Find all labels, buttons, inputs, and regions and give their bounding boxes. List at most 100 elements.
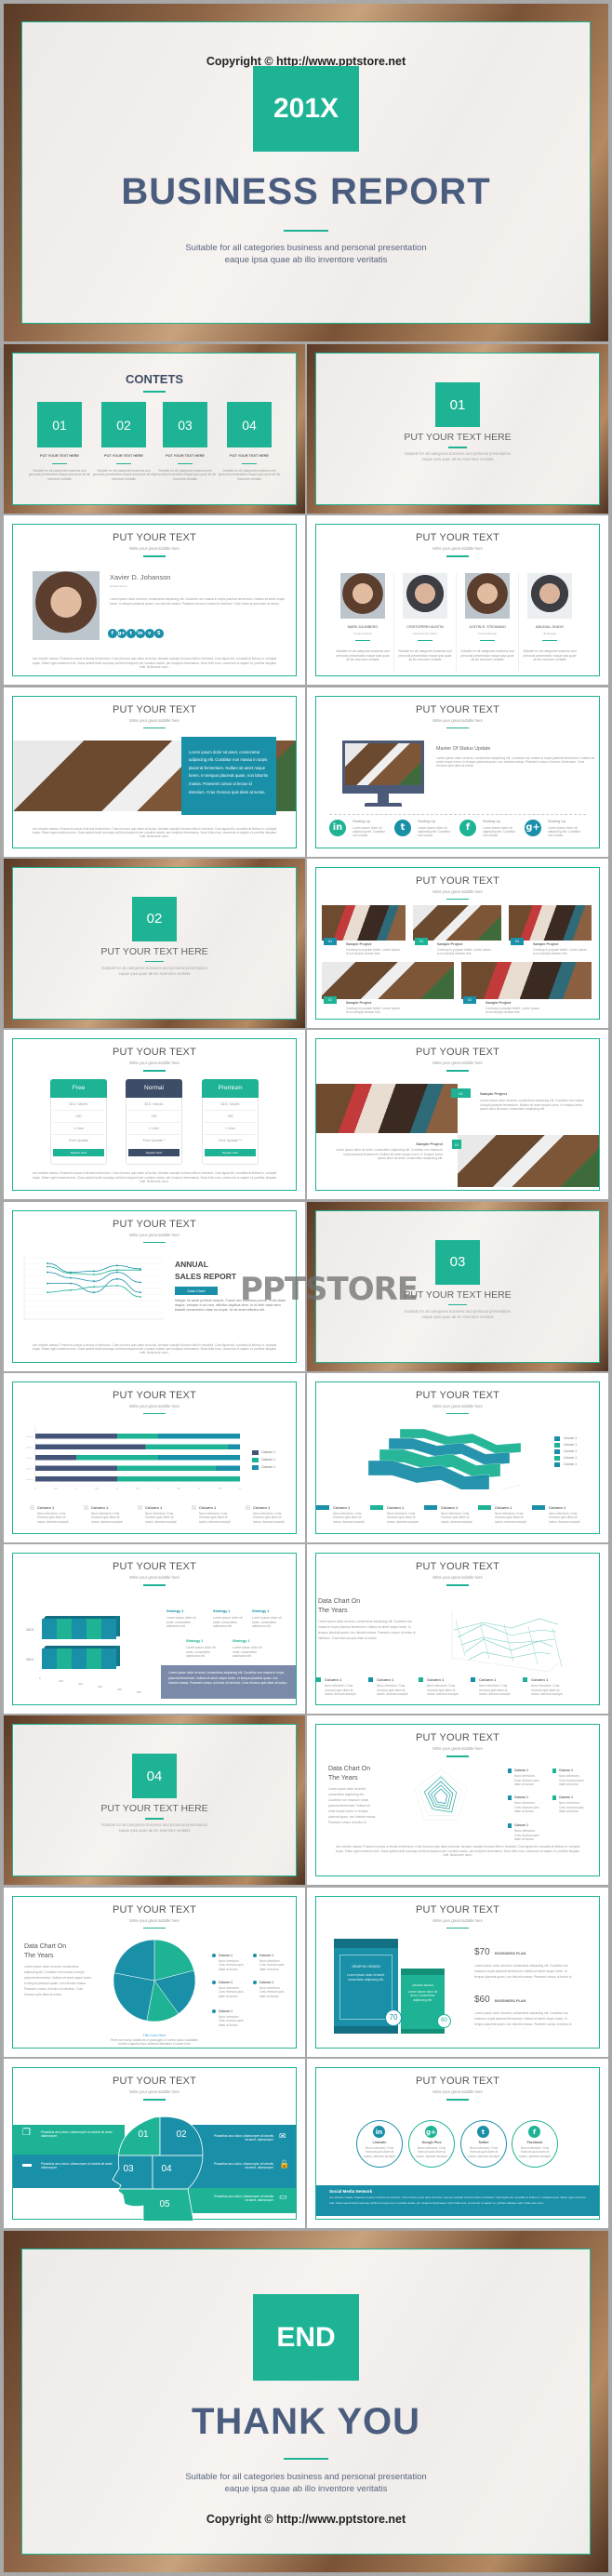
data-point [93,1270,95,1272]
band-title: Social Media Network [329,2189,373,2194]
puzzle-text: Phasellus arcu dolor, ullamcorper ut lob… [214,2162,273,2169]
data-point [140,1268,141,1271]
contents-item-box[interactable]: 01 [37,402,82,447]
team-member-photo [465,573,510,620]
slide-title: PUT YOUR TEXT [112,703,196,715]
legend-desc: Nunc interdum. Cras rhoncus quis diam at… [145,1511,177,1525]
item-underline [178,463,193,464]
bar-segment [35,1433,117,1439]
wire-line [552,1628,563,1668]
price-badge: 70 [385,2009,402,2026]
team-member-role: General Manager [477,633,498,636]
slide-title: PUT YOUR TEXT [415,1903,499,1915]
slide-subtitle: Write your great subtitle here [432,2089,483,2094]
data-point [116,1284,118,1287]
contents-item-box[interactable]: 03 [163,402,207,447]
chart-desc: Lorem ipsum dolor sit amet, consectetur … [328,1787,377,1825]
project-number: 01 [327,939,333,944]
radar-chart-slide: PUT YOUR TEXT Write your great subtitle h… [307,1715,608,1886]
legend-marker [316,1677,321,1683]
legend-label: Column 1 [261,1449,275,1454]
project-desc: Contrary to popular belief, Lorem Ipsum … [346,1006,401,1014]
status-title: Master Of Status Update [436,745,491,752]
slide-title: PUT YOUR TEXT [112,532,196,544]
slide-title: PUT YOUR TEXT [415,874,499,887]
section-number-box: 01 [435,382,480,427]
x-tick-label: 100 [59,1679,64,1684]
status-item-label: Starting Up [353,819,370,823]
legend-swatch [252,1457,259,1462]
title-underline [143,391,166,393]
x-tick-label: 2 [116,1488,118,1490]
contents-item-desc: Suitable for all categories business and… [92,469,155,481]
legend-marker [253,1980,257,1984]
project-desc: Contrary to popular belief, Lorem Ipsum … [533,947,588,955]
slide-title: PUT YOUR TEXT [415,703,499,715]
legend-label: Column 1 [564,1455,578,1460]
section-number: 03 [449,1254,466,1270]
section-number: 04 [146,1768,163,1784]
x-tick-label: 4.5 [218,1488,221,1490]
puzzle-pieces [113,2116,203,2221]
legend-label: Column 1 [261,1457,275,1462]
radar-series [433,1788,448,1805]
linkedin-icon: in [329,819,346,836]
wire-line [527,1626,539,1665]
section-title: PUT YOUR TEXT HERE [100,945,208,957]
legend-marker [368,1677,373,1683]
team-member-name: ABIJGAIL SHAYK [535,625,565,630]
footer-text: non lobortis massa. Praesent cursus ut l… [32,1342,277,1355]
slide-subtitle: Write your great subtitle here [432,888,483,894]
data-chart-button[interactable]: Data Chart [175,1286,218,1295]
monitor-stand [378,793,389,803]
puzzle-number: 01 [138,2129,149,2140]
vimeo-icon: v [145,629,154,638]
strategy-desc: Lorem ipsum dolor sit amet, consectetur … [213,1616,243,1628]
plan-desc: Lorem ipsum dolor sit amet, consectetur … [474,1963,572,1982]
social-desc: Nunc interdum. Cras rhoncus quis diam at… [519,2146,551,2159]
legend-marker [212,1980,216,1984]
puzzle-slide: PUT YOUR TEXT Write your great subtitle h… [4,2059,305,2228]
x-tick-label: 3 [157,1488,159,1490]
register-button[interactable]: Register Now! [53,1149,104,1157]
pricing-plan-name: Free [50,1079,107,1099]
project-photo [316,1084,458,1134]
legend-marker [253,1953,257,1957]
data-point [93,1285,95,1288]
team-member-photo [403,573,447,620]
facebook-icon: f [459,819,476,836]
project-photo [461,961,592,999]
social-label: Facebook [526,2141,543,2144]
briefcase-icon: ▬ [22,2159,32,2169]
cover-subtitle: eaque ipsa quae ab illo inventore verita… [224,255,388,265]
linkedin-icon: in [136,629,145,638]
project-photo [413,904,501,941]
project-number: 01 [454,1141,459,1147]
contents-item-box[interactable]: 04 [227,402,272,447]
legend-desc: Nunc interdum. Cras rhoncus quis diam at… [325,1684,356,1697]
register-button[interactable]: Register Now! [128,1149,180,1157]
google-plus-icon: g+ [425,2126,437,2138]
data-point [116,1277,118,1280]
legend-desc: Nunc interdum. Cras rhoncus quis diam at… [559,1774,584,1786]
bar-segment [72,1619,86,1640]
pricing-storage: 150 [75,1114,82,1119]
slide-subtitle: Write your great subtitle here [129,1232,180,1237]
contents-item-box[interactable]: 02 [101,402,146,447]
register-button[interactable]: Register Now! [205,1149,256,1157]
legend-label: Column 1 [564,1462,578,1466]
slide-subtitle: Write your great subtitle here [432,717,483,723]
project-number: 01 [419,939,424,944]
legend-desc: Nunc interdum. Cras rhoncus quis diam at… [253,1511,285,1525]
social-label: Twitter [478,2141,489,2144]
data-point [70,1272,72,1275]
legend-marker [138,1504,142,1510]
data-point [140,1281,141,1283]
status-item-desc: Lorem ipsum dolor sit adipiscing elit. C… [483,825,516,838]
pie-caption: There are many variations of passages of… [110,2037,199,2047]
stacked-bar-chart: 0 0.5 1 1.5 2 2.5 3 3.5 4 4.5 5 Column 1 Column 1 Col… [25,1425,241,1490]
legend-desc: Nunc interdum. Cras rhoncus quis diam at… [441,1511,472,1525]
legend-marker [508,1795,512,1801]
legend-desc: Nunc interdum. Cras rhoncus quis diam at… [514,1774,539,1786]
legend-title: Column 1 [37,1504,55,1510]
